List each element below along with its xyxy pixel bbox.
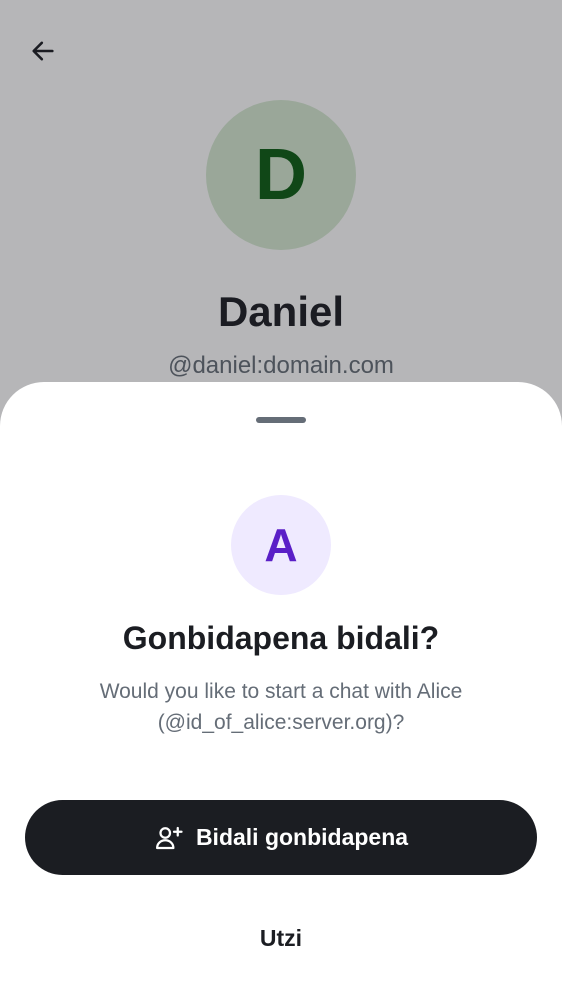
cancel-button[interactable]: Utzi <box>180 910 382 966</box>
invitee-avatar-letter: A <box>264 519 298 571</box>
user-add-icon <box>155 826 183 849</box>
invite-bottom-sheet: A Gonbidapena bidali? Would you like to … <box>0 382 562 1000</box>
invitee-avatar: A <box>231 495 331 595</box>
sheet-message: Would you like to start a chat with Alic… <box>99 680 463 734</box>
sheet-drag-handle[interactable] <box>256 417 306 423</box>
cancel-label: Utzi <box>259 924 303 951</box>
send-invite-label: Bidali gonbidapena <box>195 824 409 850</box>
send-invite-button[interactable]: Bidali gonbidapena <box>25 800 537 875</box>
sheet-title: Gonbidapena bidali? <box>122 620 440 656</box>
